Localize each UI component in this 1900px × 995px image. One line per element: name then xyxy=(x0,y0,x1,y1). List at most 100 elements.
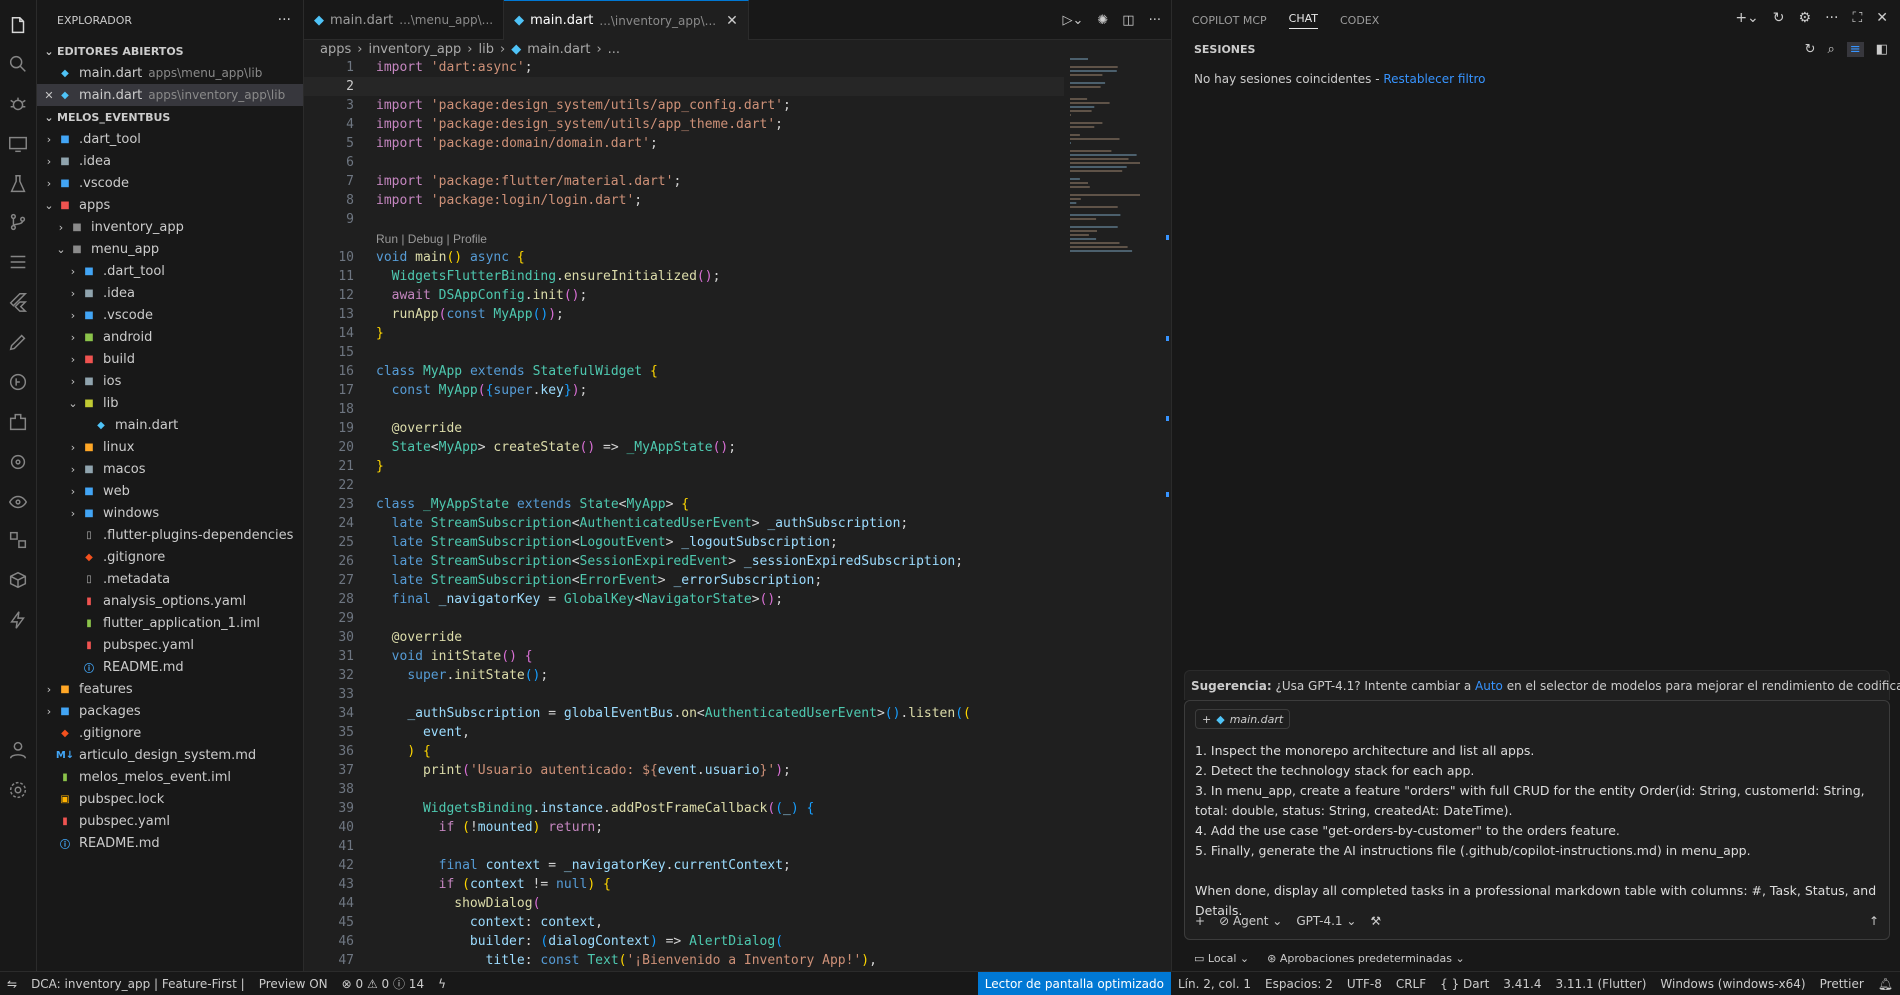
prompt-text[interactable]: 1. Inspect the monorepo architecture and… xyxy=(1195,741,1885,921)
tab-codex[interactable]: CODEX xyxy=(1340,14,1379,27)
tree-item[interactable]: › ■ .idea xyxy=(37,282,303,304)
tree-item[interactable]: ⌄ ■ lib xyxy=(37,392,303,414)
status-device[interactable]: Windows (windows-x64) xyxy=(1653,972,1812,995)
source-control-icon[interactable] xyxy=(4,208,32,236)
tree-item[interactable]: ▮ pubspec.yaml xyxy=(37,634,303,656)
tree-item[interactable]: ▮ pubspec.yaml xyxy=(37,810,303,832)
tree-item[interactable]: ◆ .gitignore xyxy=(37,546,303,568)
tree-item[interactable]: ▯ .metadata xyxy=(37,568,303,590)
tree-item[interactable]: › ■ android xyxy=(37,326,303,348)
database-icon[interactable] xyxy=(4,248,32,276)
tab-inventory-app-main[interactable]: ◆ main.dart ...\inventory_app\... ✕ xyxy=(504,0,749,40)
add-context-icon[interactable]: + xyxy=(1202,713,1211,726)
flutter-icon[interactable] xyxy=(4,288,32,316)
attached-file[interactable]: + ◆ main.dart xyxy=(1195,709,1291,729)
tree-item[interactable]: › ■ .vscode xyxy=(37,304,303,326)
settings-icon[interactable] xyxy=(4,776,32,804)
approvals-picker[interactable]: ⊛ Aprobaciones predeterminadas ⌄ xyxy=(1267,952,1465,965)
auto-link[interactable]: Auto xyxy=(1475,679,1503,693)
tree-item[interactable]: ⓘ README.md xyxy=(37,832,303,854)
close-icon[interactable]: ✕ xyxy=(41,89,57,102)
model-picker[interactable]: GPT-4.1 ⌄ xyxy=(1296,914,1356,928)
bell-icon[interactable]: 🔔︎ xyxy=(1871,972,1900,995)
open-editor-item[interactable]: ◆ main.dart apps\menu_app\lib xyxy=(37,62,303,84)
more-icon[interactable]: ··· xyxy=(1825,10,1838,26)
breadcrumb-item[interactable]: main.dart xyxy=(527,42,590,57)
tree-item[interactable]: › ■ features xyxy=(37,678,303,700)
status-prettier[interactable]: Prettier xyxy=(1813,972,1871,995)
tree-item[interactable]: ⓘ README.md xyxy=(37,656,303,678)
tree-item[interactable]: M↓ articulo_design_system.md xyxy=(37,744,303,766)
tab-copilot-mcp[interactable]: COPILOT MCP xyxy=(1192,14,1267,27)
more-actions-button[interactable]: ··· xyxy=(278,12,291,28)
extensions-icon[interactable] xyxy=(4,408,32,436)
tree-item[interactable]: › ■ inventory_app xyxy=(37,216,303,238)
status-eol[interactable]: CRLF xyxy=(1389,972,1433,995)
tree-item[interactable]: ◆ main.dart xyxy=(37,414,303,436)
thunder-icon[interactable] xyxy=(4,606,32,634)
lightning-icon[interactable]: ϟ xyxy=(431,972,453,995)
tree-item[interactable]: ▣ pubspec.lock xyxy=(37,788,303,810)
tree-item[interactable]: › ■ windows xyxy=(37,502,303,524)
tree-item[interactable]: ▮ melos_melos_event.iml xyxy=(37,766,303,788)
more-icon[interactable]: ··· xyxy=(1149,13,1161,28)
remote-indicator[interactable]: ⇋ xyxy=(0,972,24,995)
mode-picker[interactable]: ⊘ Agent ⌄ xyxy=(1219,914,1282,928)
tree-item[interactable]: › ■ .dart_tool xyxy=(37,128,303,150)
tree-item[interactable]: ▮ flutter_application_1.iml xyxy=(37,612,303,634)
tree-item[interactable]: ⌄ ■ apps xyxy=(37,194,303,216)
run-icon[interactable]: ▷⌄ xyxy=(1063,13,1084,28)
tree-item[interactable]: › ■ macos xyxy=(37,458,303,480)
open-editors-section[interactable]: ⌄ EDITORES ABIERTOS xyxy=(37,40,303,62)
gear-icon[interactable]: ⚙ xyxy=(1799,10,1812,26)
search-icon[interactable] xyxy=(4,50,32,78)
codex-icon[interactable] xyxy=(4,448,32,476)
tree-item[interactable]: › ■ web xyxy=(37,480,303,502)
project-section[interactable]: ⌄ MELOS_EVENTBUS xyxy=(37,106,303,128)
status-cursor[interactable]: Lín. 2, col. 1 xyxy=(1171,972,1258,995)
status-problems[interactable]: ⊗ 0 ⚠ 0 ⓘ 14 xyxy=(335,972,431,995)
code-editor[interactable]: 1 import 'dart:async'; 2 3 import 'package:d… xyxy=(304,58,1064,971)
tree-item[interactable]: ◆ .gitignore xyxy=(37,722,303,744)
reset-filter-link[interactable]: Restablecer filtro xyxy=(1383,72,1485,86)
tools-icon[interactable]: ⚒ xyxy=(1370,914,1381,928)
gitlens-icon[interactable] xyxy=(4,368,32,396)
preview-icon[interactable] xyxy=(4,488,32,516)
send-icon[interactable]: ↑ xyxy=(1869,914,1879,928)
tree-item[interactable]: ▮ analysis_options.yaml xyxy=(37,590,303,612)
testing-icon[interactable] xyxy=(4,170,32,198)
account-icon[interactable] xyxy=(4,736,32,764)
status-dca[interactable]: DCA: inventory_app | Feature-First | xyxy=(24,972,252,995)
debug-icon[interactable] xyxy=(4,90,32,118)
breadcrumb-item[interactable]: ... xyxy=(608,42,620,57)
tree-item[interactable]: › ■ linux xyxy=(37,436,303,458)
status-language[interactable]: { } Dart xyxy=(1433,972,1496,995)
history-icon[interactable]: ↻ xyxy=(1773,10,1785,26)
codelens[interactable]: Run | Debug | Profile xyxy=(304,229,1064,248)
tree-item[interactable]: ⌄ ■ menu_app xyxy=(37,238,303,260)
breadcrumb-item[interactable]: apps xyxy=(320,42,351,57)
refresh-icon[interactable]: ↻ xyxy=(1805,42,1816,57)
tree-item[interactable]: › ■ packages xyxy=(37,700,303,722)
packages-icon[interactable] xyxy=(4,566,32,594)
remote-icon[interactable] xyxy=(4,130,32,158)
tree-item[interactable]: ▯ .flutter-plugins-dependencies xyxy=(37,524,303,546)
status-encoding[interactable]: UTF-8 xyxy=(1340,972,1389,995)
edit-icon[interactable] xyxy=(4,328,32,356)
open-editor-item[interactable]: ✕ ◆ main.dart apps\inventory_app\lib xyxy=(37,84,303,106)
tab-chat[interactable]: CHAT xyxy=(1288,12,1318,29)
close-tab-icon[interactable]: ✕ xyxy=(726,13,738,29)
status-flutter-version[interactable]: 3.11.1 (Flutter) xyxy=(1548,972,1653,995)
tree-item[interactable]: › ■ .vscode xyxy=(37,172,303,194)
tree-item[interactable]: › ■ build xyxy=(37,348,303,370)
close-icon[interactable]: ✕ xyxy=(1876,10,1888,26)
add-icon[interactable]: + xyxy=(1195,914,1205,928)
openai-icon[interactable]: ✺ xyxy=(1097,13,1108,28)
tree-item[interactable]: › ■ ios xyxy=(37,370,303,392)
location-picker[interactable]: ▭ Local ⌄ xyxy=(1194,952,1249,965)
status-screen-reader[interactable]: Lector de pantalla optimizado xyxy=(977,971,1171,995)
containers-icon[interactable] xyxy=(4,526,32,554)
status-indent[interactable]: Espacios: 2 xyxy=(1258,972,1340,995)
maximize-icon[interactable]: ⛶ xyxy=(1852,10,1862,26)
chat-input[interactable]: + ◆ main.dart 1. Inspect the monorepo ar… xyxy=(1184,700,1890,940)
